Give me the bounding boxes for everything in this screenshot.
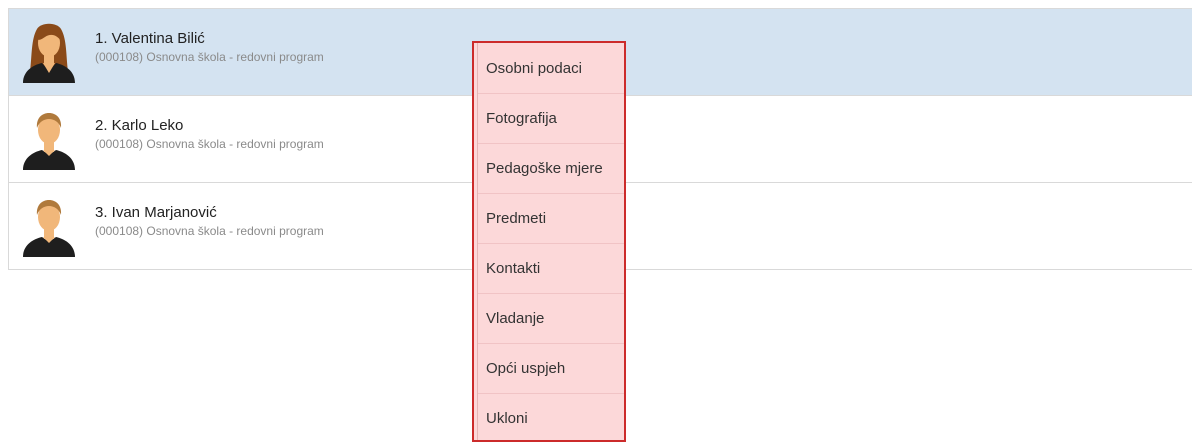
menu-item-pedagoske-mjere[interactable]: Pedagoške mjere bbox=[478, 144, 624, 194]
male-avatar-icon bbox=[23, 200, 75, 257]
student-program: (000108) Osnovna škola - redovni program bbox=[95, 50, 324, 64]
menu-item-predmeti[interactable]: Predmeti bbox=[478, 194, 624, 244]
female-avatar-icon bbox=[23, 23, 75, 83]
menu-item-kontakti[interactable]: Kontakti bbox=[478, 244, 624, 294]
student-context-menu: Osobni podaci Fotografija Pedagoške mjer… bbox=[472, 41, 626, 442]
menu-item-osobni-podaci[interactable]: Osobni podaci bbox=[478, 43, 624, 94]
male-avatar-icon bbox=[23, 113, 75, 170]
menu-item-opci-uspjeh[interactable]: Opći uspjeh bbox=[478, 344, 624, 394]
menu-item-ukloni[interactable]: Ukloni bbox=[478, 394, 624, 440]
menu-item-fotografija[interactable]: Fotografija bbox=[478, 94, 624, 144]
menu-item-vladanje[interactable]: Vladanje bbox=[478, 294, 624, 344]
student-name: 1. Valentina Bilić bbox=[95, 30, 205, 47]
student-program: (000108) Osnovna škola - redovni program bbox=[95, 137, 324, 151]
student-program: (000108) Osnovna škola - redovni program bbox=[95, 224, 324, 238]
student-name: 3. Ivan Marjanović bbox=[95, 204, 217, 221]
student-name: 2. Karlo Leko bbox=[95, 117, 184, 134]
